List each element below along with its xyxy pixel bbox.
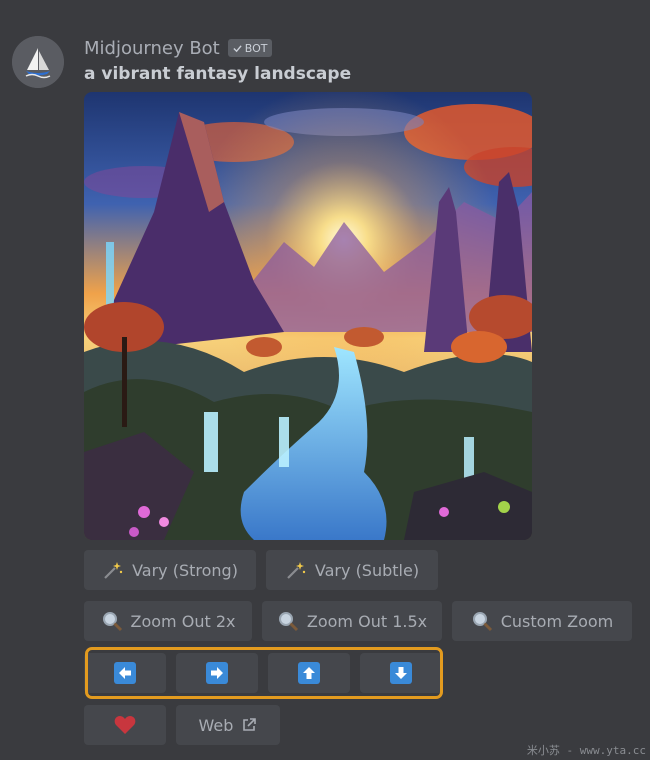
bot-badge: BOT (227, 39, 273, 57)
watermark-text: 米小苏 - www.yta.cc (526, 744, 646, 757)
zoom-out-1-5x-label: Zoom Out 1.5x (306, 611, 428, 631)
sailboat-logo-icon (12, 36, 64, 88)
checkmark-icon (233, 44, 242, 52)
zoom-out-1-5x-button[interactable]: Zoom Out 1.5x (262, 601, 442, 641)
zoom-out-2x-button[interactable]: Zoom Out 2x (84, 601, 252, 641)
midjourney-avatar[interactable] (12, 36, 64, 88)
web-link-button[interactable]: Web (176, 705, 280, 745)
zoom-out-2x-label: Zoom Out 2x (130, 611, 236, 631)
custom-zoom-button[interactable]: Custom Zoom (452, 601, 632, 641)
magnifier-icon (471, 610, 493, 632)
vary-subtle-button[interactable]: Vary (Subtle) (266, 550, 438, 590)
magic-wand-icon (285, 559, 307, 581)
fantasy-landscape-artwork (84, 92, 532, 540)
vary-strong-label: Vary (Strong) (132, 560, 238, 580)
prompt-text: a vibrant fantasy landscape (84, 64, 352, 84)
vary-subtle-label: Vary (Subtle) (314, 560, 420, 580)
magnifier-icon (101, 610, 123, 632)
magnifier-icon (277, 610, 299, 632)
message-header: Midjourney Bot BOT (84, 36, 273, 60)
favorite-button[interactable] (84, 705, 166, 745)
heart-icon (114, 715, 136, 735)
generated-image[interactable] (84, 92, 532, 540)
vary-strong-button[interactable]: Vary (Strong) (84, 550, 256, 590)
custom-zoom-label: Custom Zoom (500, 611, 614, 631)
web-label: Web (198, 715, 234, 735)
external-link-icon (241, 717, 257, 733)
pan-buttons-highlight (85, 647, 443, 699)
author-name[interactable]: Midjourney Bot (84, 38, 220, 59)
magic-wand-icon (102, 559, 124, 581)
bot-badge-label: BOT (244, 41, 268, 55)
